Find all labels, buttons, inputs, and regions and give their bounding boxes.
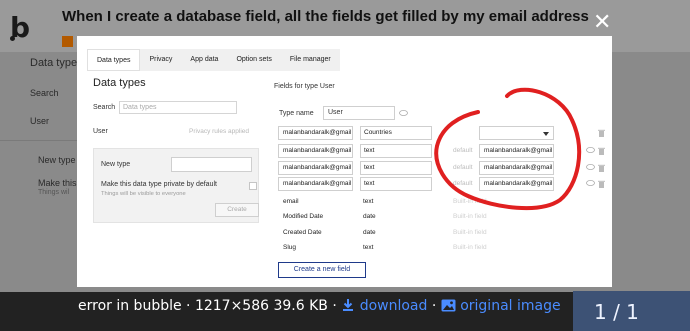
- builtin-field-name: Modified Date: [283, 213, 324, 220]
- tab-privacy[interactable]: Privacy: [140, 49, 181, 71]
- download-label: download: [359, 298, 428, 314]
- create-type-button[interactable]: Create: [215, 203, 259, 217]
- default-value-input[interactable]: malanbandaralk@gmail: [479, 144, 554, 158]
- builtin-field-name: Slug: [283, 244, 297, 251]
- field-row: malanbandaralk@gmail text default malanb…: [278, 177, 608, 191]
- search-label: Search: [93, 104, 116, 111]
- field-name-input[interactable]: malanbandaralk@gmail: [278, 144, 353, 158]
- field-name-input[interactable]: malanbandaralk@gmail: [278, 161, 353, 175]
- logo-dot: [10, 36, 15, 41]
- data-type-item-user[interactable]: User Privacy rules applied: [93, 125, 259, 139]
- builtin-field-row: Created Date date Built-in field: [278, 226, 608, 240]
- tab-data-types[interactable]: Data types: [87, 49, 141, 71]
- bg-data-types-label: Data types: [30, 57, 83, 69]
- privacy-note: Privacy rules applied: [189, 128, 249, 135]
- tab-option-sets[interactable]: Option sets: [227, 49, 280, 71]
- builtin-field-row: Slug text Built-in field: [278, 241, 608, 255]
- builtin-field-type: date: [363, 213, 376, 220]
- builtin-note: Built-in field: [453, 198, 487, 205]
- create-new-field-button[interactable]: Create a new field: [278, 262, 366, 278]
- trash-icon[interactable]: [598, 164, 605, 172]
- builtin-field-row: email text Built-in field: [278, 195, 608, 209]
- new-type-panel: New type Make this data type private by …: [93, 148, 259, 223]
- chevron-down-icon: [543, 132, 549, 136]
- field-type-input[interactable]: text: [360, 144, 432, 158]
- builtin-field-row: Modified Date date Built-in field: [278, 210, 608, 224]
- builtin-note: Built-in field: [453, 244, 487, 251]
- builtin-note: Built-in field: [453, 213, 487, 220]
- field-row: malanbandaralk@gmail Countries: [278, 126, 608, 140]
- type-name-input[interactable]: User: [323, 106, 395, 120]
- new-type-input[interactable]: [171, 157, 252, 172]
- image-icon: [441, 299, 456, 312]
- pager-text: 1 / 1: [594, 300, 639, 324]
- tab-file-manager[interactable]: File manager: [281, 49, 340, 71]
- builtin-field-name: email: [283, 198, 299, 205]
- builtin-field-type: date: [363, 229, 376, 236]
- builtin-note: Built-in field: [453, 229, 487, 236]
- download-link[interactable]: download: [341, 298, 432, 314]
- default-label: default: [453, 164, 473, 171]
- image-caption: error in bubble · 1217×586 39.6 KB · dow…: [78, 298, 561, 314]
- tab-app-data[interactable]: App data: [181, 49, 227, 71]
- trash-icon[interactable]: [598, 147, 605, 155]
- default-value-input[interactable]: malanbandaralk@gmail: [479, 177, 554, 191]
- trash-icon[interactable]: [598, 129, 605, 137]
- private-default-label: Make this data type private by default: [101, 181, 217, 188]
- fields-title: Fields for type User: [274, 83, 335, 90]
- category-badge: [62, 36, 73, 47]
- comment-icon[interactable]: [586, 147, 595, 154]
- field-name-input[interactable]: malanbandaralk@gmail: [278, 177, 353, 191]
- topic-title: When I create a database field, all the …: [62, 8, 589, 25]
- original-image-label: original image: [460, 298, 561, 314]
- bg-new-type-label: New type: [38, 155, 76, 165]
- default-select[interactable]: [479, 126, 554, 140]
- new-type-label: New type: [101, 161, 131, 168]
- field-row: malanbandaralk@gmail text default malanb…: [278, 161, 608, 175]
- field-name-input[interactable]: malanbandaralk@gmail: [278, 126, 353, 140]
- comment-icon[interactable]: [399, 110, 408, 117]
- close-icon[interactable]: ✕: [593, 12, 611, 34]
- comment-icon[interactable]: [586, 164, 595, 171]
- builtin-field-type: text: [363, 198, 374, 205]
- builtin-field-name: Created Date: [283, 229, 322, 236]
- panel-title: Data types: [93, 77, 146, 89]
- tab-bar: Data types Privacy App data Option sets …: [87, 49, 340, 71]
- bg-search-label: Search: [30, 88, 59, 98]
- private-default-checkbox[interactable]: [249, 182, 257, 190]
- builtin-field-type: text: [363, 244, 374, 251]
- bg-divider: [0, 140, 80, 141]
- type-name-label: Type name: [279, 110, 314, 117]
- original-image-link[interactable]: original image: [441, 298, 561, 314]
- search-input[interactable]: Data types: [119, 101, 237, 114]
- screenshot-modal: Data types Privacy App data Option sets …: [77, 36, 612, 287]
- bg-user-label: User: [30, 116, 50, 126]
- default-value-input[interactable]: malanbandaralk@gmail: [479, 161, 554, 175]
- field-type-input[interactable]: Countries: [360, 126, 432, 140]
- field-type-input[interactable]: text: [360, 161, 432, 175]
- bg-private-sub: Things wil: [38, 189, 70, 196]
- default-label: default: [453, 147, 473, 154]
- caption-meta: error in bubble · 1217×586 39.6 KB ·: [78, 298, 337, 314]
- caption-separator: ·: [431, 298, 437, 314]
- download-icon: [343, 299, 354, 311]
- default-label: default: [453, 180, 473, 187]
- field-type-input[interactable]: text: [360, 177, 432, 191]
- data-type-label: User: [93, 128, 108, 135]
- trash-icon[interactable]: [598, 180, 605, 188]
- comment-icon[interactable]: [586, 180, 595, 187]
- field-row: malanbandaralk@gmail text default malanb…: [278, 144, 608, 158]
- private-default-hint: Things will be visible to everyone: [101, 191, 186, 197]
